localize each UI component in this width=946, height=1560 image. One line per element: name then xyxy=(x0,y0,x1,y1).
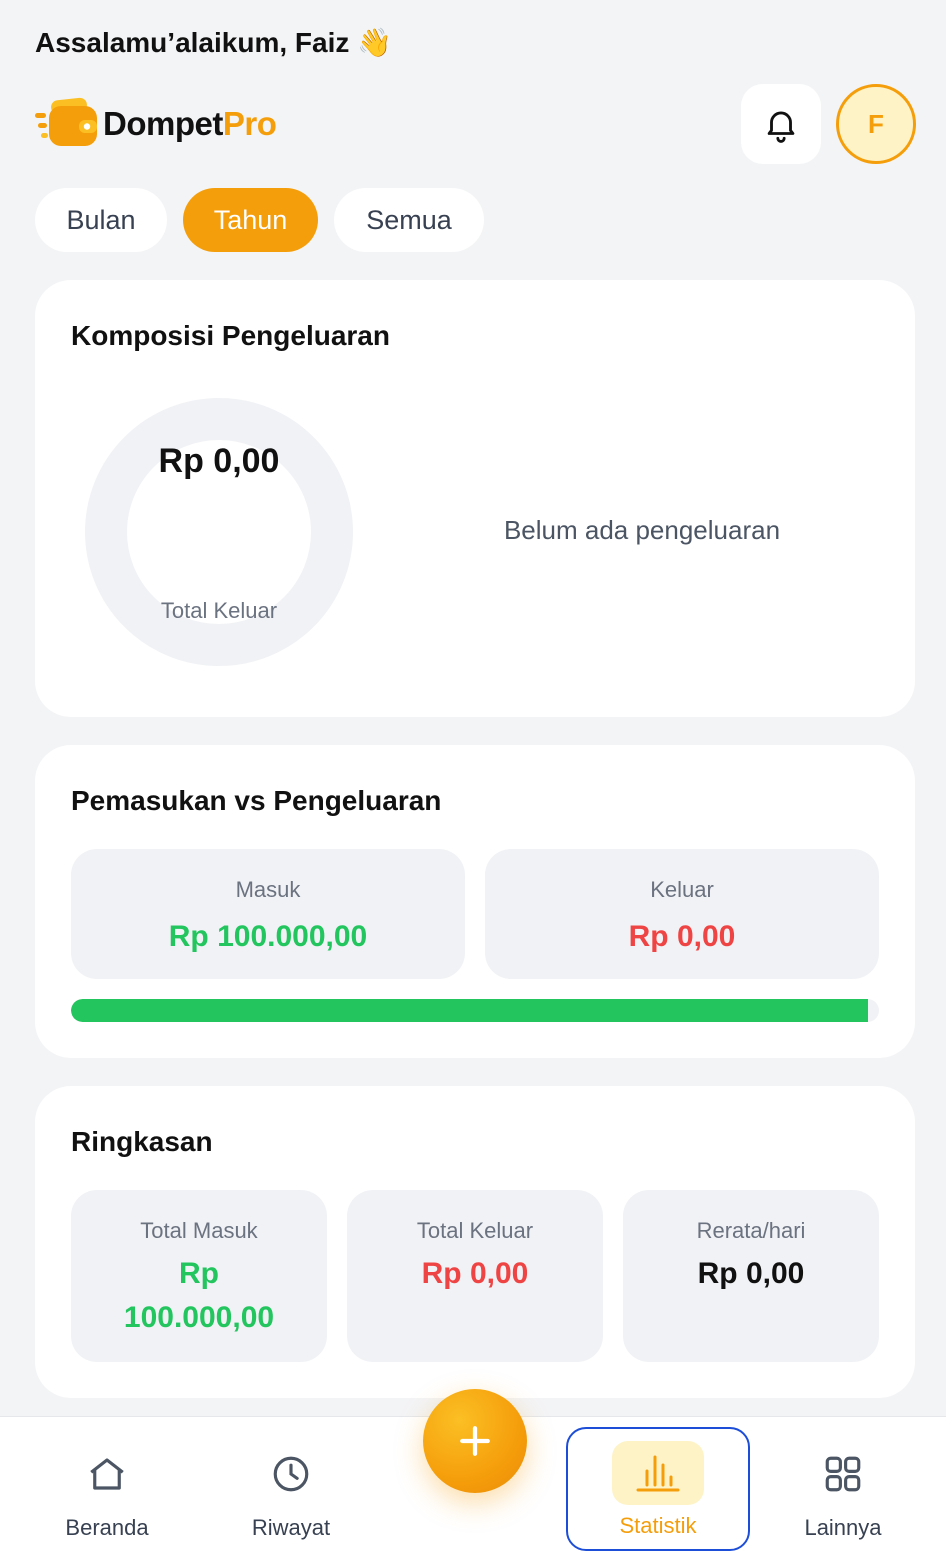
empty-expense-message: Belum ada pengeluaran xyxy=(503,515,781,545)
nav-home-label: Beranda xyxy=(65,1515,149,1540)
nav-history[interactable]: Riwayat xyxy=(199,1417,383,1560)
nav-history-label: Riwayat xyxy=(251,1515,331,1540)
income-vs-expense-card: Pemasukan vs Pengeluaran Masuk Rp 100.00… xyxy=(35,745,915,1058)
income-box: Masuk Rp 100.000,00 xyxy=(71,849,465,979)
donut-ring xyxy=(85,398,353,666)
daily-average-box: Rerata/hari Rp 0,00 xyxy=(623,1190,879,1362)
expense-label: Keluar xyxy=(650,877,714,902)
waving-hand-emoji: 👋 xyxy=(357,27,393,58)
total-income-value: Rp 100.000,00 xyxy=(71,1252,327,1339)
nav-statistics[interactable]: Statistik xyxy=(566,1427,750,1551)
brand-name: Dompet xyxy=(103,105,223,142)
total-income-value-amount: 100.000,00 xyxy=(123,1300,275,1334)
nav-more[interactable]: Lainnya xyxy=(751,1417,935,1560)
greeting-label: Assalamu’alaikum, Faiz xyxy=(35,27,350,58)
brand-logo: Dompet Pro xyxy=(35,96,277,152)
total-income-label: Total Masuk xyxy=(140,1218,258,1243)
avatar[interactable]: F xyxy=(836,84,916,164)
wallet-logo-icon xyxy=(35,97,97,146)
nav-statistics-label: Statistik xyxy=(619,1513,697,1538)
plus-icon xyxy=(460,1426,490,1456)
income-expense-ratio-bar xyxy=(71,999,879,1022)
donut-total-value: Rp 0,00 xyxy=(158,442,280,480)
home-icon xyxy=(86,1451,128,1497)
bell-icon xyxy=(767,111,795,143)
grid-icon xyxy=(822,1451,864,1497)
summary-card: Ringkasan Total Masuk Rp 100.000,00 Tota… xyxy=(35,1086,915,1398)
income-ratio-fill xyxy=(71,999,869,1022)
nav-home[interactable]: Beranda xyxy=(15,1417,199,1560)
total-expense-label: Total Keluar xyxy=(416,1218,534,1243)
filter-all-chip[interactable]: Semua xyxy=(334,188,484,252)
bar-chart-icon xyxy=(612,1441,704,1505)
income-label: Masuk xyxy=(235,877,301,902)
daily-average-label: Rerata/hari xyxy=(696,1218,806,1243)
summary-title: Ringkasan xyxy=(71,1126,213,1157)
avatar-initial: F xyxy=(868,108,884,139)
filter-year-chip[interactable]: Tahun xyxy=(183,188,318,252)
income-vs-expense-title: Pemasukan vs Pengeluaran xyxy=(71,785,442,816)
clock-icon xyxy=(270,1451,312,1497)
nav-more-label: Lainnya xyxy=(804,1515,882,1540)
expense-value: Rp 0,00 xyxy=(628,920,736,953)
greeting-text: Assalamu’alaikum, Faiz 👋 xyxy=(35,26,392,59)
brand-name-accent: Pro xyxy=(222,105,277,142)
composition-title: Komposisi Pengeluaran xyxy=(71,320,390,351)
expense-box: Keluar Rp 0,00 xyxy=(485,849,879,979)
total-income-box: Total Masuk Rp 100.000,00 xyxy=(71,1190,327,1362)
total-expense-value: Rp 0,00 xyxy=(421,1257,529,1290)
daily-average-value: Rp 0,00 xyxy=(697,1257,805,1290)
period-filter: Bulan Tahun Semua xyxy=(35,188,484,252)
income-value: Rp 100.000,00 xyxy=(168,920,368,953)
filter-month-chip[interactable]: Bulan xyxy=(35,188,167,252)
notification-button[interactable] xyxy=(741,84,821,164)
expense-donut-chart: Rp 0,00 Total Keluar xyxy=(85,398,353,666)
add-transaction-button[interactable] xyxy=(423,1389,527,1493)
total-income-value-currency: Rp xyxy=(179,1257,219,1290)
donut-total-label: Total Keluar xyxy=(160,598,278,623)
composition-card: Komposisi Pengeluaran Rp 0,00 Total Kelu… xyxy=(35,280,915,717)
total-expense-box: Total Keluar Rp 0,00 xyxy=(347,1190,603,1362)
